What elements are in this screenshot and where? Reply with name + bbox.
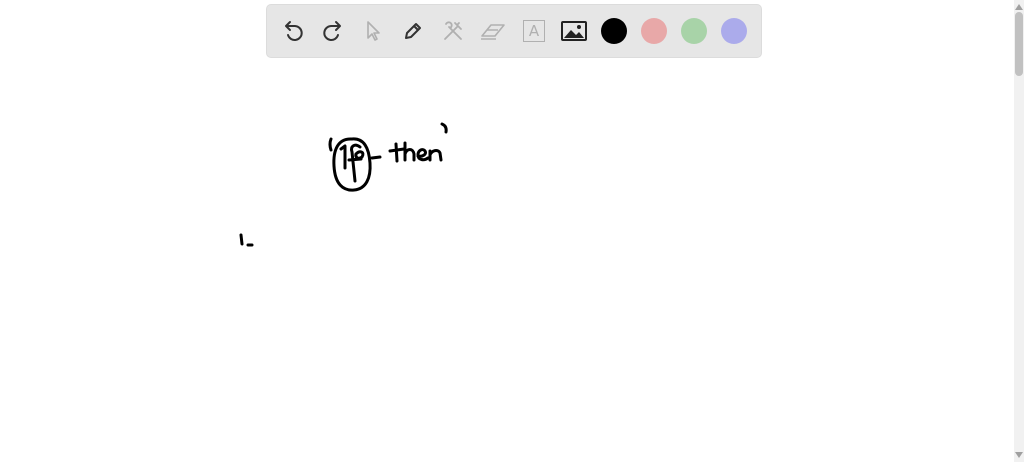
- stroke-dash: [370, 155, 382, 160]
- stroke-right-apostrophe: [440, 122, 448, 134]
- scroll-up-arrow-icon[interactable]: [1015, 2, 1023, 12]
- insert-image-button[interactable]: [559, 16, 589, 46]
- tools-button[interactable]: [438, 16, 468, 46]
- stroke-digit-one: [339, 144, 347, 170]
- stroke-word-e: [416, 148, 430, 162]
- color-swatch-green[interactable]: [681, 18, 707, 44]
- stroke-letter-e: [354, 150, 365, 160]
- text-box-icon: A: [523, 20, 545, 42]
- pen-icon: [405, 23, 421, 39]
- undo-icon: [285, 21, 303, 41]
- drawing-canvas[interactable]: [0, 0, 1014, 462]
- color-swatch-red[interactable]: [641, 18, 667, 44]
- redo-icon: [323, 21, 341, 41]
- tools-icon: [444, 21, 462, 40]
- eraser-icon: [481, 24, 505, 40]
- select-pointer-icon: [367, 21, 380, 41]
- stroke-left-apostrophe: [328, 137, 333, 152]
- eraser-tool-button[interactable]: [478, 16, 508, 46]
- undo-button[interactable]: [278, 16, 308, 46]
- color-swatch-black[interactable]: [601, 18, 627, 44]
- scrollbar-thumb[interactable]: [1015, 12, 1023, 76]
- text-tool-button[interactable]: A: [519, 16, 549, 46]
- stroke-word-n: [428, 149, 443, 162]
- scroll-down-arrow-icon[interactable]: [1015, 450, 1023, 460]
- pen-tool-button[interactable]: [398, 16, 428, 46]
- drawing-toolbar: A: [267, 5, 761, 57]
- select-tool-button[interactable]: [358, 16, 388, 46]
- image-icon: [561, 21, 587, 41]
- redo-button[interactable]: [318, 16, 348, 46]
- text-tool-glyph: A: [528, 21, 540, 40]
- stroke-word-t: [388, 142, 406, 163]
- color-swatch-blue[interactable]: [721, 18, 747, 44]
- whiteboard-app: A: [0, 0, 1024, 462]
- stroke-word-h: [403, 141, 416, 162]
- vertical-scrollbar[interactable]: [1014, 0, 1024, 462]
- stroke-lower-one: [239, 233, 244, 246]
- handwriting-strokes: [239, 122, 448, 247]
